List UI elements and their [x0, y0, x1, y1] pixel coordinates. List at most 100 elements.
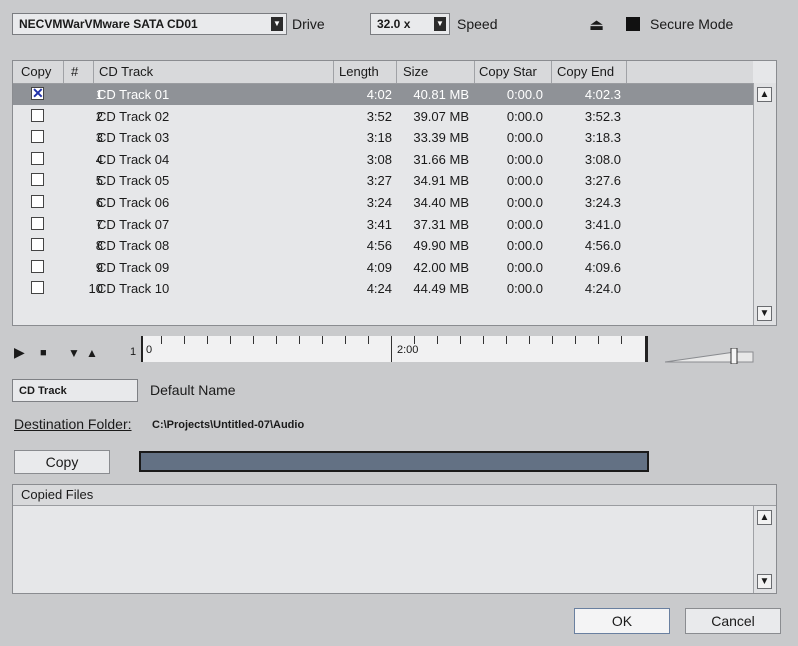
table-row[interactable]: ✕ 1 CD Track 01 4:02 40.81 MB 0:00.0 4:02.3 — [13, 84, 753, 105]
volume-slider-track — [664, 347, 754, 365]
chevron-down-icon: ▼ — [434, 17, 446, 31]
cell-size: 39.07 MB — [413, 108, 469, 124]
ruler-tick — [506, 336, 507, 344]
table-header: Copy # CD Track Length Size Copy Star Co… — [13, 61, 753, 84]
cell-end: 3:08.0 — [584, 151, 621, 167]
next-track-icon[interactable]: ▲ — [86, 346, 98, 360]
copy-checkbox[interactable] — [31, 108, 44, 122]
copy-button[interactable]: Copy — [14, 450, 110, 474]
cell-length: 4:09 — [366, 259, 392, 275]
table-row[interactable]: 4 CD Track 04 3:08 31.66 MB 0:00.0 3:08.0 — [13, 149, 753, 170]
table-row[interactable]: 9 CD Track 09 4:09 42.00 MB 0:00.0 4:09.6 — [13, 257, 753, 278]
copy-progress-bar — [139, 451, 649, 472]
ok-button-label: OK — [611, 613, 633, 629]
copy-button-label: Copy — [45, 454, 79, 470]
cancel-button[interactable]: Cancel — [685, 608, 781, 634]
cell-end: 4:02.3 — [584, 87, 621, 102]
cell-end: 3:18.3 — [584, 130, 621, 146]
header-copy-start[interactable]: Copy Star — [479, 64, 537, 79]
stop-icon[interactable]: ■ — [40, 347, 47, 359]
scroll-down-icon[interactable]: ▼ — [757, 306, 772, 321]
copied-files-header-label: Copied Files — [21, 487, 94, 502]
track-table: Copy # CD Track Length Size Copy Star Co… — [12, 60, 777, 326]
copy-checkbox[interactable] — [31, 195, 44, 208]
cell-name: CD Track 09 — [97, 259, 170, 275]
copy-checkbox[interactable]: ✕ — [31, 86, 44, 100]
cell-size: 37.31 MB — [413, 216, 469, 232]
ruler-tick — [414, 336, 415, 344]
table-row[interactable]: 2 CD Track 02 3:52 39.07 MB 0:00.0 3:52.3 — [13, 106, 753, 127]
ruler-start-label: 0 — [146, 344, 153, 356]
copy-checkbox[interactable] — [31, 151, 44, 165]
cell-name: CD Track 10 — [97, 281, 170, 297]
play-icon[interactable]: ▶ — [14, 344, 25, 361]
cell-size: 34.40 MB — [413, 195, 469, 210]
ok-button[interactable]: OK — [574, 608, 670, 634]
table-row[interactable]: 3 CD Track 03 3:18 33.39 MB 0:00.0 3:18.3 — [13, 127, 753, 148]
ruler-tick — [621, 336, 622, 344]
header-copy-end[interactable]: Copy End — [557, 64, 614, 79]
table-row[interactable]: 5 CD Track 05 3:27 34.91 MB 0:00.0 3:27.6 — [13, 170, 753, 191]
cancel-button-label: Cancel — [711, 613, 755, 629]
cell-start: 0:00.0 — [506, 108, 543, 124]
eject-icon[interactable]: ⏏ — [589, 15, 604, 35]
default-name-label: Default Name — [150, 382, 236, 398]
table-row[interactable]: 10 CD Track 10 4:24 44.49 MB 0:00.0 4:24.0 — [13, 278, 753, 299]
cell-start: 0:00.0 — [506, 130, 543, 146]
cell-length: 4:56 — [366, 238, 392, 254]
table-scrollbar[interactable]: ▲ ▼ — [753, 83, 776, 325]
copied-files-panel: Copied Files ▲ ▼ — [12, 484, 777, 594]
drive-select[interactable]: NECVMWarVMware SATA CD01 ▼ — [12, 13, 287, 35]
volume-slider-handle — [730, 347, 738, 365]
header-copy[interactable]: Copy — [21, 64, 51, 79]
cell-end: 3:27.6 — [584, 173, 621, 189]
volume-slider[interactable] — [664, 347, 755, 365]
copy-checkbox[interactable] — [31, 216, 44, 230]
scroll-up-icon[interactable]: ▲ — [757, 87, 772, 102]
speed-select[interactable]: 32.0 x ▼ — [370, 13, 450, 35]
position-ruler[interactable]: 0 2:00 — [141, 336, 648, 362]
copy-checkbox[interactable] — [31, 238, 44, 252]
cell-end: 4:24.0 — [584, 281, 621, 297]
copied-files-list — [13, 506, 754, 593]
cell-name: CD Track 06 — [97, 195, 170, 210]
table-row[interactable]: 8 CD Track 08 4:56 49.90 MB 0:00.0 4:56.0 — [13, 235, 753, 256]
ruler-tick — [552, 336, 553, 344]
cell-length: 3:24 — [366, 195, 392, 210]
copy-checkbox[interactable] — [31, 281, 44, 295]
copy-checkbox[interactable] — [31, 259, 44, 273]
cell-start: 0:00.0 — [506, 173, 543, 189]
header-number[interactable]: # — [71, 64, 78, 79]
cell-start: 0:00.0 — [506, 151, 543, 167]
cell-length: 3:08 — [366, 151, 392, 167]
cell-length: 3:41 — [366, 216, 392, 232]
table-row[interactable]: 7 CD Track 07 3:41 37.31 MB 0:00.0 3:41.0 — [13, 214, 753, 235]
cell-length: 4:02 — [366, 87, 392, 102]
cell-start: 0:00.0 — [506, 238, 543, 254]
scroll-up-icon[interactable]: ▲ — [757, 510, 772, 525]
cell-size: 31.66 MB — [413, 151, 469, 167]
destination-folder-link[interactable]: Destination Folder: — [14, 416, 132, 432]
copy-checkbox[interactable] — [31, 173, 44, 187]
cell-size: 33.39 MB — [413, 130, 469, 146]
secure-mode-checkbox[interactable] — [626, 17, 640, 31]
naming-scheme-field[interactable]: CD Track — [12, 379, 138, 402]
cell-size: 49.90 MB — [413, 238, 469, 254]
header-cd-track[interactable]: CD Track — [99, 64, 153, 79]
prev-track-icon[interactable]: ▼ — [68, 346, 80, 360]
header-length[interactable]: Length — [339, 64, 379, 79]
cell-start: 0:00.0 — [506, 216, 543, 232]
cell-name: CD Track 01 — [97, 87, 170, 102]
ruler-tick — [276, 336, 277, 344]
table-row[interactable]: 6 CD Track 06 3:24 34.40 MB 0:00.0 3:24.3 — [13, 192, 753, 213]
cell-size: 42.00 MB — [413, 259, 469, 275]
copy-checkbox[interactable] — [31, 130, 44, 144]
header-size[interactable]: Size — [403, 64, 428, 79]
cell-start: 0:00.0 — [506, 259, 543, 275]
ruler-tick — [207, 336, 208, 344]
copied-files-scrollbar[interactable]: ▲ ▼ — [753, 506, 776, 593]
cell-size: 40.81 MB — [413, 87, 469, 102]
scroll-down-icon[interactable]: ▼ — [757, 574, 772, 589]
cell-end: 4:09.6 — [584, 259, 621, 275]
cell-length: 3:52 — [366, 108, 392, 124]
